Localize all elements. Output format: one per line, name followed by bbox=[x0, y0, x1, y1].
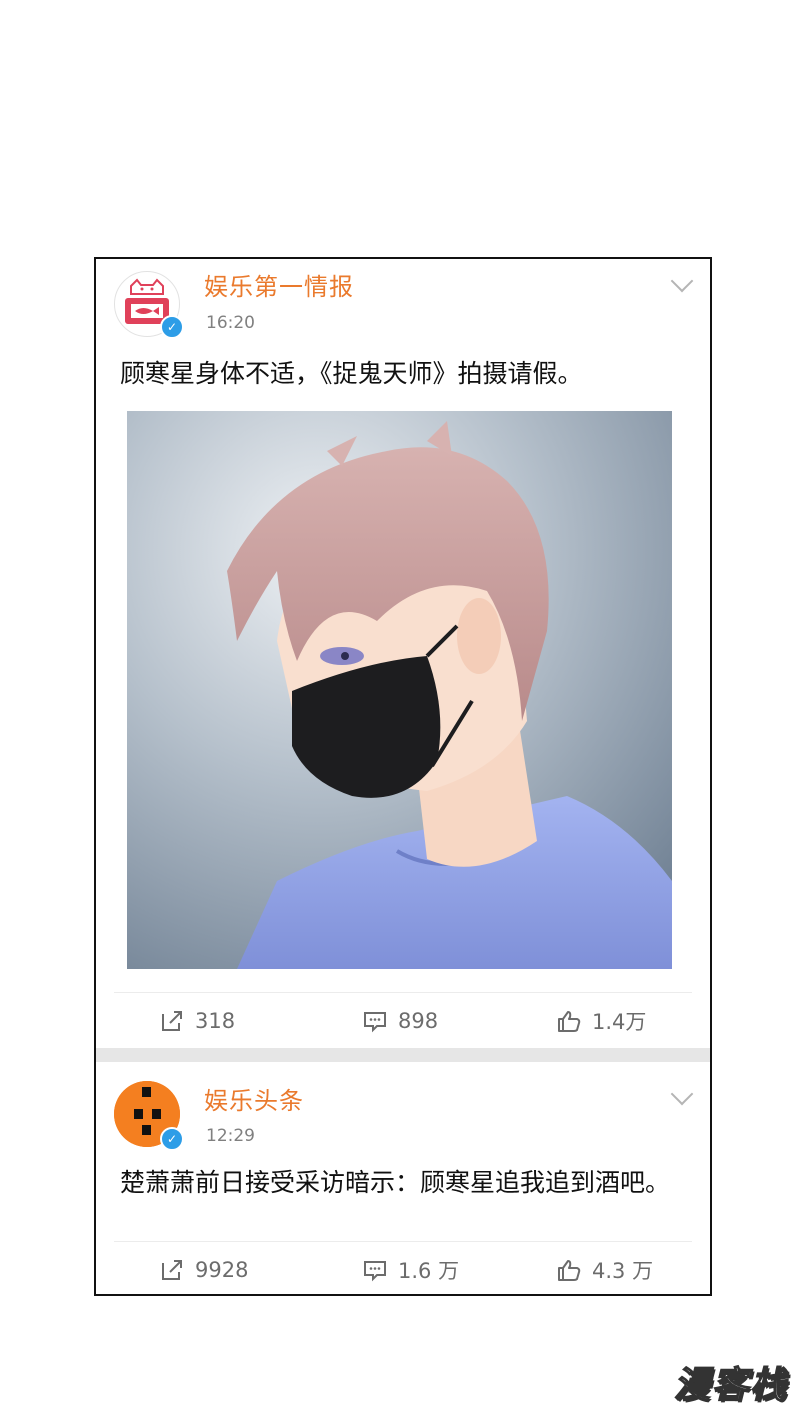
share-action[interactable]: 318 bbox=[159, 993, 235, 1049]
post-time: 12:29 bbox=[206, 1126, 255, 1146]
post-card: ✓ 娱乐头条 12:29 楚萧萧前日接受采访暗示：顾寒星追我追到酒吧。 9928… bbox=[96, 1062, 710, 1294]
username[interactable]: 娱乐头条 bbox=[204, 1081, 304, 1116]
comment-icon bbox=[364, 1012, 386, 1033]
post-actions: 318 898 1.4万 bbox=[114, 992, 692, 1049]
watermark-logo: 漫客栈 bbox=[673, 1364, 788, 1407]
chevron-down-icon[interactable] bbox=[670, 269, 694, 293]
thumbs-up-icon bbox=[558, 1260, 581, 1281]
post-text: 顾寒星身体不适，《捉鬼天师》拍摄请假。 bbox=[120, 359, 583, 388]
post-time: 16:20 bbox=[206, 313, 255, 333]
comment-count: 898 bbox=[398, 1009, 439, 1033]
post-image[interactable] bbox=[127, 411, 672, 969]
comment-count: 1.6 万 bbox=[398, 1259, 460, 1283]
post-card: ✓ 娱乐第一情报 16:20 顾寒星身体不适，《捉鬼天师》拍摄请假。 318 8… bbox=[96, 259, 710, 1048]
verified-badge-icon: ✓ bbox=[160, 1127, 184, 1151]
thumbs-up-icon bbox=[558, 1011, 581, 1032]
share-action[interactable]: 9928 bbox=[159, 1242, 248, 1298]
like-action[interactable]: 1.4万 bbox=[556, 993, 646, 1049]
share-icon bbox=[162, 1011, 182, 1031]
weibo-panel: ✓ 娱乐第一情报 16:20 顾寒星身体不适，《捉鬼天师》拍摄请假。 318 8… bbox=[94, 257, 712, 1296]
post-actions: 9928 1.6 万 4.3 万 bbox=[114, 1241, 692, 1298]
chevron-down-icon[interactable] bbox=[670, 1082, 694, 1106]
masked-boy-illustration bbox=[127, 411, 672, 969]
share-count: 9928 bbox=[195, 1258, 249, 1282]
username[interactable]: 娱乐第一情报 bbox=[204, 267, 354, 302]
post-text: 楚萧萧前日接受采访暗示：顾寒星追我追到酒吧。 bbox=[120, 1168, 671, 1197]
comment-action[interactable]: 898 bbox=[362, 993, 438, 1049]
verified-badge-icon: ✓ bbox=[160, 315, 184, 339]
like-count: 4.3 万 bbox=[592, 1259, 654, 1283]
share-icon bbox=[162, 1260, 182, 1280]
share-count: 318 bbox=[195, 1009, 236, 1033]
post-separator bbox=[96, 1048, 710, 1062]
comment-action[interactable]: 1.6 万 bbox=[362, 1242, 459, 1298]
like-action[interactable]: 4.3 万 bbox=[556, 1242, 653, 1298]
comment-icon bbox=[364, 1261, 386, 1282]
like-count: 1.4万 bbox=[592, 1010, 647, 1034]
